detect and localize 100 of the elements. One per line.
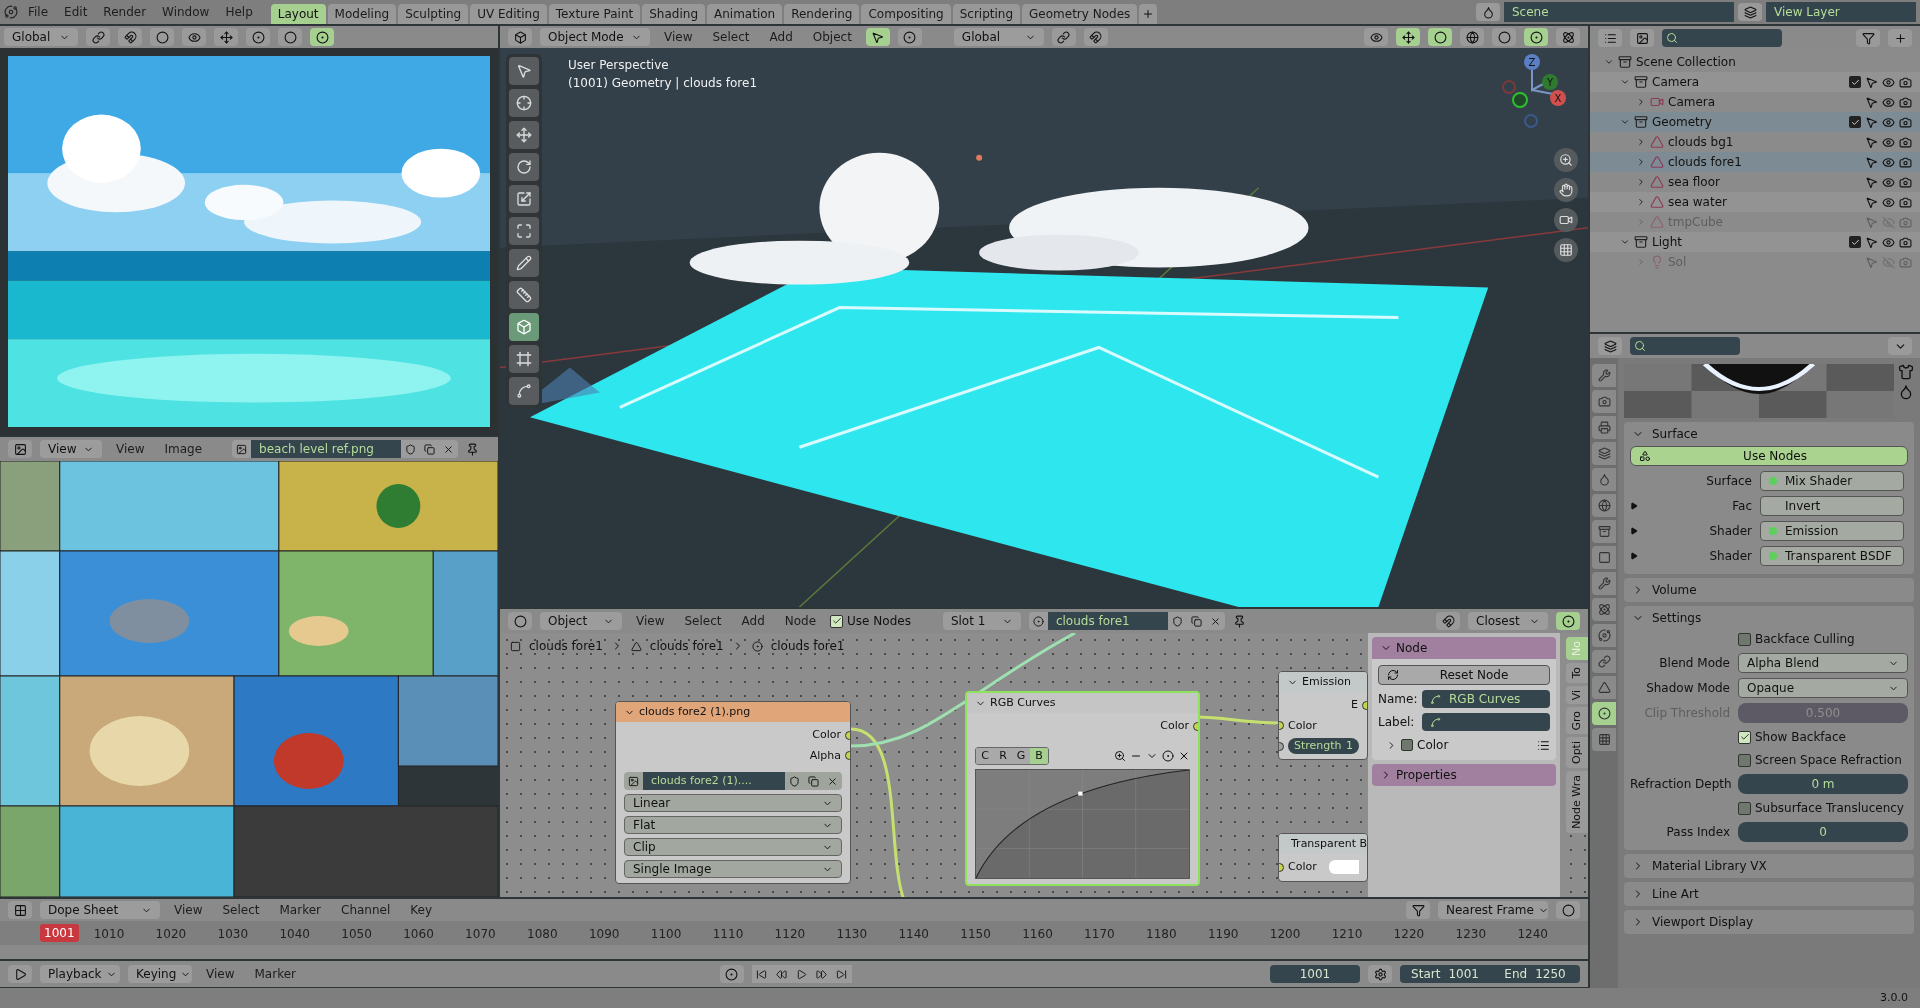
panel-header[interactable]: Line Art	[1624, 882, 1914, 906]
checkbox[interactable]: Show Backface	[1630, 728, 1908, 746]
playback-dropdown[interactable]: Playback	[40, 965, 120, 983]
workspace-tab[interactable]: Rendering	[784, 4, 860, 24]
workspace-tab[interactable]: Scripting	[952, 4, 1021, 24]
panel-header[interactable]: Volume	[1624, 578, 1914, 602]
sidebar-tab[interactable]: Gro	[1566, 706, 1588, 735]
checkbox[interactable]: Backface Culling	[1630, 630, 1908, 648]
frame-field[interactable]: 1001	[1270, 965, 1360, 983]
workspace-tab[interactable]: Texture Paint	[548, 4, 641, 24]
end-frame-field[interactable]: End 1250	[1490, 965, 1580, 983]
image-name-field[interactable]: clouds fore2 (1)....	[643, 772, 785, 790]
snap-dropdown[interactable]: Nearest Frame	[1438, 901, 1548, 919]
panel-header[interactable]: Surface	[1624, 422, 1914, 446]
node-dropdown[interactable]: Clip	[624, 838, 842, 856]
field-label: Shadow Mode	[1645, 680, 1730, 697]
menu-item[interactable]: Render	[97, 3, 153, 21]
panel-header[interactable]: Properties	[1372, 764, 1556, 786]
node-dropdown[interactable]: Flat	[624, 816, 842, 834]
slot-dropdown[interactable]: Slot 1	[942, 612, 1021, 630]
editor-mode-dropdown[interactable]: Dope Sheet	[40, 901, 160, 919]
workspace-tab[interactable]: Compositing	[861, 4, 951, 24]
menu-item[interactable]: Image	[158, 440, 209, 458]
view-layer-field[interactable]: View Layer	[1766, 2, 1916, 22]
breadcrumb-item[interactable]: clouds fore1	[529, 637, 603, 655]
number-field[interactable]: 0 m	[1738, 774, 1908, 794]
workspace-tab[interactable]: Shading	[642, 4, 705, 24]
sidebar-tab[interactable]: Vi	[1566, 685, 1588, 704]
outliner-row[interactable]: sea water	[1590, 192, 1920, 212]
shader-field[interactable]: Invert	[1760, 496, 1904, 516]
workspace-tab[interactable]: Animation	[707, 4, 783, 24]
menu-item[interactable]: View	[630, 612, 671, 630]
outliner-row[interactable]: Camera	[1590, 72, 1920, 92]
menu-item[interactable]: Key	[404, 901, 439, 919]
name-field[interactable]: RGB Curves	[1422, 690, 1550, 708]
menu-item[interactable]: Window	[156, 3, 216, 21]
panel-header[interactable]: Settings	[1624, 606, 1914, 630]
shader-field[interactable]: Transparent BSDF	[1760, 546, 1904, 566]
menu-item[interactable]: Help	[219, 3, 259, 21]
orientation-dropdown[interactable]: Global	[4, 28, 78, 46]
menu-item[interactable]: View	[110, 440, 151, 458]
use-nodes-checkbox[interactable]: Use Nodes	[830, 612, 911, 630]
channel-tab[interactable]: B	[1030, 747, 1048, 764]
orientation-dropdown[interactable]: Global	[953, 28, 1044, 46]
channel-tab[interactable]: R	[994, 747, 1012, 764]
checkbox[interactable]: Screen Space Refraction	[1630, 751, 1908, 769]
use-nodes-button[interactable]: Use Nodes	[1630, 446, 1908, 466]
material-name-field[interactable]: clouds fore1	[1047, 612, 1168, 630]
property-dropdown[interactable]: Alpha Blend	[1738, 653, 1908, 673]
workspace-tab[interactable]: UV Editing	[470, 4, 547, 24]
mode-dropdown[interactable]: Object Mode	[540, 28, 650, 46]
checkbox[interactable]: Subsurface Translucency	[1630, 799, 1908, 817]
workspace-tab[interactable]: Sculpting	[398, 4, 469, 24]
scene-field[interactable]: Scene	[1504, 2, 1734, 22]
shader-field[interactable]: Emission	[1760, 521, 1904, 541]
keying-dropdown[interactable]: Keying	[128, 965, 192, 983]
node-dropdown[interactable]: Linear	[624, 794, 842, 812]
outliner-row[interactable]: Light	[1590, 232, 1920, 252]
menu-item[interactable]: Add	[763, 28, 799, 46]
menu-item[interactable]: Node	[778, 612, 823, 630]
workspace-tab[interactable]: Layout	[270, 4, 326, 24]
menu-item[interactable]: View	[168, 901, 209, 919]
channel-tab[interactable]: C	[976, 747, 994, 764]
menu-item[interactable]: Object	[806, 28, 858, 46]
menu-item[interactable]: File	[22, 3, 55, 21]
current-frame-indicator[interactable]: 1001	[40, 924, 79, 942]
sidebar-tab[interactable]: Node Wra	[1566, 771, 1588, 834]
breadcrumb-item[interactable]: clouds fore1	[649, 637, 724, 655]
menu-item[interactable]: Marker	[273, 901, 327, 919]
sidebar-tab[interactable]: Opti	[1566, 737, 1588, 769]
panel-header[interactable]: Node	[1372, 637, 1556, 659]
reset-node-button[interactable]: Reset Node	[1378, 665, 1550, 685]
workspace-tab[interactable]: Modeling	[327, 4, 397, 24]
number-field[interactable]: 0	[1738, 822, 1908, 842]
menu-item[interactable]: Edit	[58, 3, 94, 21]
image-name-field[interactable]: beach level ref.png	[251, 440, 402, 458]
menu-item[interactable]: Select	[706, 28, 756, 46]
sidebar-tab[interactable]: To	[1566, 662, 1588, 683]
view-mode-dropdown[interactable]: View	[40, 440, 102, 458]
shader-field[interactable]: Mix Shader	[1760, 471, 1904, 491]
menu-item[interactable]: Marker	[248, 965, 302, 983]
outliner-row[interactable]: clouds fore1	[1590, 152, 1920, 172]
outliner-row[interactable]: Geometry	[1590, 112, 1920, 132]
node-dropdown[interactable]: Single Image	[624, 860, 842, 878]
channel-tab[interactable]: G	[1012, 747, 1030, 764]
snap-dropdown[interactable]: Closest	[1468, 612, 1548, 630]
object-dropdown[interactable]: Object	[540, 612, 622, 630]
start-frame-field[interactable]: Start 1001	[1400, 965, 1490, 983]
workspace-tab[interactable]: Geometry Nodes	[1022, 4, 1138, 24]
menu-item[interactable]: View	[658, 28, 699, 46]
panel-header[interactable]: Material Library VX	[1624, 854, 1914, 878]
strength-field[interactable]: Strength 1	[1288, 738, 1359, 754]
menu-item[interactable]: Select	[216, 901, 266, 919]
menu-item[interactable]: Select	[678, 612, 728, 630]
property-dropdown[interactable]: Opaque	[1738, 678, 1908, 698]
breadcrumb-item[interactable]: clouds fore1	[770, 637, 845, 655]
menu-item[interactable]: Channel	[335, 901, 397, 919]
panel-header[interactable]: Viewport Display	[1624, 910, 1914, 934]
menu-item[interactable]: View	[200, 965, 241, 983]
menu-item[interactable]: Add	[735, 612, 771, 630]
